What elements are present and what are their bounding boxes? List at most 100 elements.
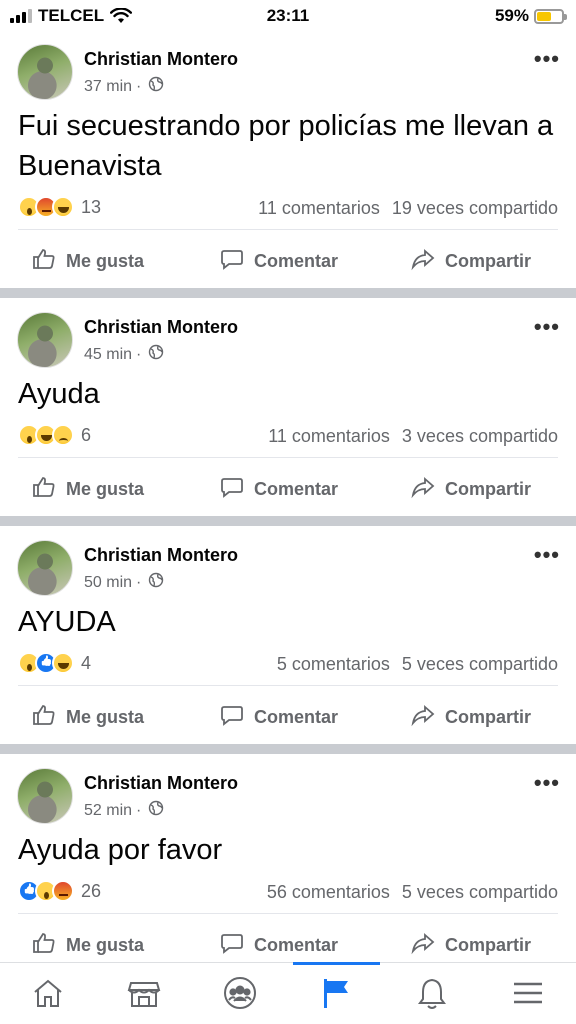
post-meta: 52 min · xyxy=(84,800,164,821)
reactions-summary[interactable]: 13 xyxy=(18,196,101,218)
more-options-icon[interactable]: ••• xyxy=(534,544,560,566)
more-options-icon[interactable]: ••• xyxy=(534,48,560,70)
post-meta: 37 min · xyxy=(84,76,164,97)
comment-count[interactable]: 5 comentarios xyxy=(277,654,390,675)
post-stats: 26 56 comentarios 5 veces compartido xyxy=(18,870,558,914)
post-card: Christian Montero 50 min · ••• AYUDA 4 5… xyxy=(0,526,576,744)
post-actions: Me gusta Comentar Compartir xyxy=(0,686,576,744)
author-name[interactable]: Christian Montero xyxy=(84,545,238,566)
reaction-count: 6 xyxy=(81,424,92,445)
share-button[interactable]: Compartir xyxy=(411,247,531,276)
post-text: AYUDA xyxy=(18,606,116,638)
pages-flag-icon[interactable] xyxy=(316,973,356,1013)
author-name[interactable]: Christian Montero xyxy=(84,773,238,794)
reaction-count: 26 xyxy=(81,880,102,901)
post-header: Christian Montero 52 min · ••• xyxy=(0,754,576,830)
like-button[interactable]: Me gusta xyxy=(32,931,144,960)
share-count[interactable]: 5 veces compartido xyxy=(402,654,558,675)
author-avatar[interactable] xyxy=(17,768,73,824)
post-card: Christian Montero 37 min · ••• Fui secue… xyxy=(0,30,576,288)
post-separator xyxy=(0,516,576,526)
haha-reaction-icon xyxy=(52,652,74,674)
share-arrow-icon xyxy=(411,703,435,732)
post-time[interactable]: 37 min xyxy=(84,78,132,96)
share-count[interactable]: 19 veces compartido xyxy=(392,198,558,219)
globe-icon xyxy=(145,76,164,97)
reactions-summary[interactable]: 4 xyxy=(18,652,91,674)
post-header: Christian Montero 37 min · ••• xyxy=(0,30,576,106)
post-stats: 6 11 comentarios 3 veces compartido xyxy=(18,414,558,458)
like-label: Me gusta xyxy=(66,707,145,727)
like-button[interactable]: Me gusta xyxy=(32,247,144,276)
comment-button[interactable]: Comentar xyxy=(220,247,338,276)
meta-separator: · xyxy=(136,801,142,819)
engagement-counts: 5 comentarios 5 veces compartido xyxy=(277,654,558,675)
comment-bubble-icon xyxy=(220,247,244,276)
more-options-icon[interactable]: ••• xyxy=(534,316,560,338)
comment-button[interactable]: Comentar xyxy=(220,703,338,732)
menu-icon[interactable] xyxy=(508,973,548,1013)
marketplace-icon[interactable] xyxy=(124,973,164,1013)
post-actions: Me gusta Comentar Compartir xyxy=(0,230,576,288)
globe-icon xyxy=(145,344,164,365)
meta-separator: · xyxy=(136,345,142,363)
home-icon[interactable] xyxy=(28,973,68,1013)
share-count[interactable]: 5 veces compartido xyxy=(402,882,558,903)
comment-label: Comentar xyxy=(254,251,339,271)
news-feed[interactable]: Christian Montero 37 min · ••• Fui secue… xyxy=(0,30,576,982)
post-separator xyxy=(0,288,576,298)
author-avatar[interactable] xyxy=(17,312,73,368)
comment-count[interactable]: 11 comentarios xyxy=(268,426,390,447)
more-options-icon[interactable]: ••• xyxy=(534,772,560,794)
reactions-summary[interactable]: 6 xyxy=(18,424,91,446)
share-button[interactable]: Compartir xyxy=(411,475,531,504)
share-arrow-icon xyxy=(411,247,435,276)
share-button[interactable]: Compartir xyxy=(411,931,531,960)
post-stats: 13 11 comentarios 19 veces compartido xyxy=(18,186,558,230)
share-count[interactable]: 3 veces compartido xyxy=(402,426,558,447)
like-label: Me gusta xyxy=(66,479,145,499)
share-button[interactable]: Compartir xyxy=(411,703,531,732)
reactions-summary[interactable]: 26 xyxy=(18,880,101,902)
share-label: Compartir xyxy=(445,479,532,499)
meta-separator: · xyxy=(136,573,142,591)
clock: 23:11 xyxy=(266,6,310,25)
author-name[interactable]: Christian Montero xyxy=(84,317,238,338)
post-header: Christian Montero 45 min · ••• xyxy=(0,298,576,374)
haha-reaction-icon xyxy=(52,196,74,218)
angry-reaction-icon xyxy=(52,880,74,902)
comment-count[interactable]: 56 comentarios xyxy=(267,882,390,903)
battery-fill xyxy=(537,11,552,21)
author-avatar[interactable] xyxy=(17,44,73,100)
comment-label: Comentar xyxy=(254,479,339,499)
reaction-count: 4 xyxy=(81,652,92,673)
comment-bubble-icon xyxy=(220,703,244,732)
post-card: Christian Montero 45 min · ••• Ayuda 6 1… xyxy=(0,298,576,516)
sad-reaction-icon xyxy=(52,424,74,446)
engagement-counts: 11 comentarios 3 veces compartido xyxy=(268,426,558,447)
comment-count[interactable]: 11 comentarios xyxy=(258,198,380,219)
author-name[interactable]: Christian Montero xyxy=(84,49,238,70)
post-time[interactable]: 50 min xyxy=(84,574,132,592)
author-avatar[interactable] xyxy=(17,540,73,596)
comment-label: Comentar xyxy=(254,935,339,955)
groups-icon[interactable] xyxy=(220,973,260,1013)
like-button[interactable]: Me gusta xyxy=(32,475,144,504)
post-meta: 50 min · xyxy=(84,572,164,593)
comment-button[interactable]: Comentar xyxy=(220,931,338,960)
notifications-bell-icon[interactable] xyxy=(412,973,452,1013)
share-arrow-icon xyxy=(411,931,435,960)
like-button[interactable]: Me gusta xyxy=(32,703,144,732)
like-label: Me gusta xyxy=(66,935,145,955)
post-time[interactable]: 52 min xyxy=(84,802,132,820)
comment-label: Comentar xyxy=(254,707,339,727)
post-meta: 45 min · xyxy=(84,344,164,365)
battery-icon xyxy=(534,8,567,24)
post-time[interactable]: 45 min xyxy=(84,346,132,364)
comment-button[interactable]: Comentar xyxy=(220,475,338,504)
globe-icon xyxy=(145,800,164,821)
post-text: Ayuda xyxy=(18,378,100,410)
post-text: Ayuda por favor xyxy=(18,834,223,866)
post-separator xyxy=(0,744,576,754)
share-label: Compartir xyxy=(445,251,532,271)
